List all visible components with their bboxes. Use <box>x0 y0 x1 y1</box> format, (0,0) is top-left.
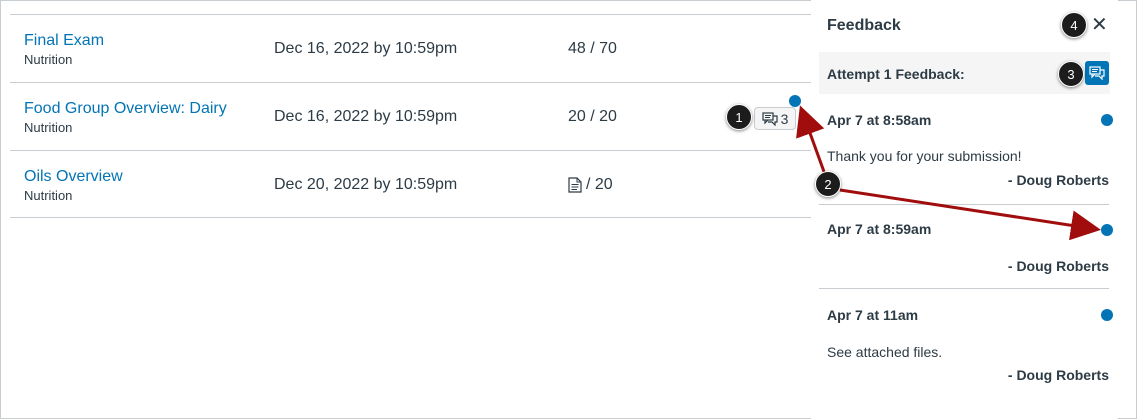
submission-document-icon <box>568 177 582 193</box>
comments-button[interactable]: 3 <box>754 107 796 130</box>
assignment-link-dairy[interactable]: Food Group Overview: Dairy <box>24 100 227 118</box>
score: / 20 <box>568 176 613 194</box>
score-value: 48 / 70 <box>568 40 617 57</box>
score: 20 / 20 <box>568 108 617 126</box>
callout-1: 1 <box>726 104 752 130</box>
callout-3: 3 <box>1058 61 1084 87</box>
score-value: / 20 <box>586 176 613 193</box>
comment-message: Thank you for your submission! <box>827 148 1022 164</box>
feedback-comment: Apr 7 at 8:58am Thank you for your submi… <box>819 100 1113 190</box>
comment-icon <box>1089 66 1105 80</box>
comment-date: Apr 7 at 8:59am <box>827 221 932 237</box>
assignment-cell: Food Group Overview: Dairy Nutrition <box>24 100 227 136</box>
attempt-label: Attempt 1 Feedback: <box>827 66 965 82</box>
comment-author: - Doug Roberts <box>1007 367 1109 383</box>
comment-date: Apr 7 at 8:58am <box>827 112 932 128</box>
assignment-link-oils[interactable]: Oils Overview <box>24 168 123 186</box>
comment-date: Apr 7 at 11am <box>827 307 919 323</box>
due-date: Dec 20, 2022 by 10:59pm <box>274 176 458 193</box>
unread-indicator <box>1101 224 1113 236</box>
comment-count: 3 <box>780 110 789 127</box>
score-value: 20 / 20 <box>568 108 617 125</box>
unread-indicator <box>789 95 801 107</box>
due-date: Dec 16, 2022 by 10:59pm <box>274 40 458 57</box>
course-name: Nutrition <box>24 188 73 203</box>
grades-table: Final Exam Nutrition Dec 16, 2022 by 10:… <box>10 14 811 218</box>
comment-author: - Doug Roberts <box>1007 172 1109 188</box>
comment-icon <box>761 111 778 126</box>
comment-author: - Doug Roberts <box>1007 258 1109 274</box>
tray-title: Feedback <box>827 17 901 34</box>
feedback-comment: Apr 7 at 11am See attached files. - Doug… <box>819 288 1113 398</box>
assignment-cell: Final Exam Nutrition <box>24 32 104 68</box>
course-name: Nutrition <box>24 52 73 67</box>
score: 48 / 70 <box>568 40 617 58</box>
feedback-comment: Apr 7 at 8:59am - Doug Roberts <box>819 204 1113 288</box>
callout-4: 4 <box>1061 12 1087 38</box>
course-name: Nutrition <box>24 120 73 135</box>
table-row: Food Group Overview: Dairy Nutrition Dec… <box>10 82 811 150</box>
unread-indicator <box>1101 309 1113 321</box>
attempt-comments-button[interactable] <box>1085 61 1109 85</box>
comment-message: See attached files. <box>827 344 943 360</box>
due-date: Dec 16, 2022 by 10:59pm <box>274 108 458 125</box>
assignment-link-final-exam[interactable]: Final Exam <box>24 32 104 50</box>
close-icon[interactable]: ✕ <box>1091 14 1108 36</box>
table-row: Final Exam Nutrition Dec 16, 2022 by 10:… <box>10 14 811 82</box>
assignment-cell: Oils Overview Nutrition <box>24 168 123 204</box>
callout-2: 2 <box>815 171 841 197</box>
table-row: Oils Overview Nutrition Dec 20, 2022 by … <box>10 150 811 218</box>
unread-indicator <box>1101 114 1113 126</box>
